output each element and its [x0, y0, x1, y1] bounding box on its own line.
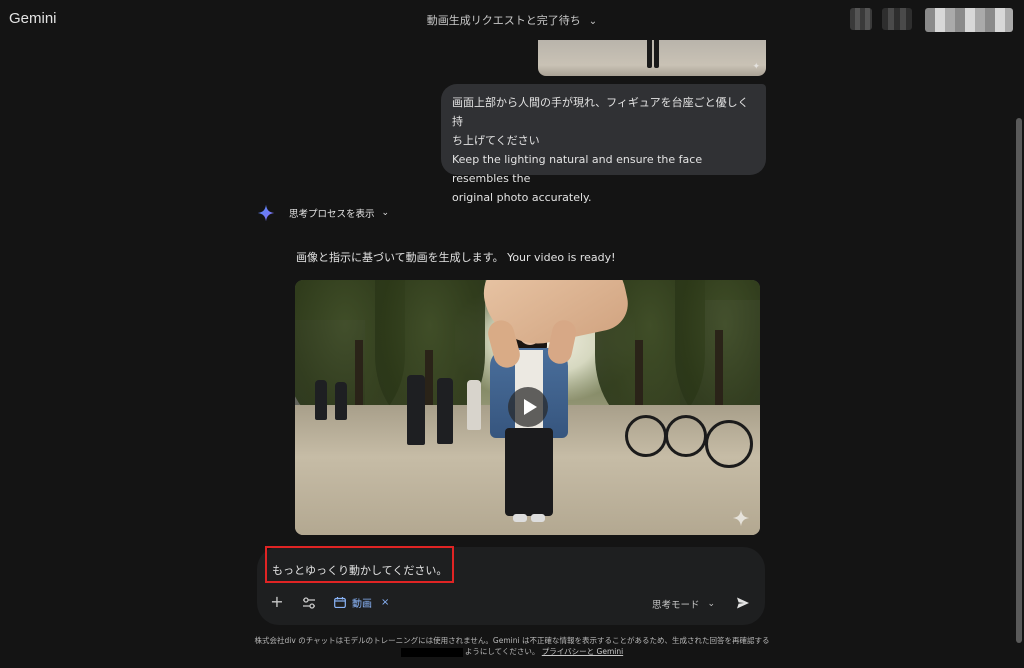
tools-icon[interactable] — [302, 596, 316, 610]
chevron-down-icon[interactable]: ⌄ — [589, 16, 597, 27]
scene-pedestrian — [467, 380, 481, 430]
redacted-icon-2[interactable] — [882, 8, 912, 30]
sparkle-icon: ✦ — [752, 62, 760, 72]
redacted-text — [400, 647, 463, 657]
scene-bicycle-wheel — [625, 415, 667, 457]
scene-bicycle-wheel — [665, 415, 707, 457]
chevron-down-icon[interactable]: ⌄ — [382, 208, 390, 218]
thinking-mode-selector[interactable]: 思考モード ⌄ — [652, 597, 715, 611]
gemini-sparkle-icon — [257, 204, 275, 222]
play-icon[interactable] — [523, 399, 537, 415]
scene-pedestrian — [335, 382, 347, 420]
generated-video-player[interactable] — [295, 280, 760, 535]
subject-pants — [505, 428, 553, 516]
leg-right — [654, 40, 659, 68]
user-message-line: Keep the lighting natural and ensure the… — [452, 153, 703, 185]
user-message-line: original photo accurately. — [452, 191, 592, 204]
scrollbar-thumb[interactable] — [1016, 118, 1022, 643]
privacy-link[interactable]: プライバシーと Gemini — [542, 647, 623, 656]
conversation-title-text[interactable]: 動画生成リクエストと完了待ち — [427, 14, 581, 27]
model-response-text: 画像と指示に基づいて動画を生成します。 Your video is ready! — [296, 251, 616, 264]
top-bar: Gemini 動画生成リクエストと完了待ち ⌄ — [0, 0, 1024, 38]
send-icon[interactable] — [736, 596, 750, 610]
footer-line-1: 株式会社div のチャットはモデルのトレーニングには使用されません。Gemini… — [254, 636, 770, 645]
subject-shoe — [513, 514, 527, 522]
footer-disclaimer: 株式会社div のチャットはモデルのトレーニングには使用されません。Gemini… — [0, 635, 1024, 657]
user-message-line: ち上げてください — [452, 134, 540, 147]
prompt-input[interactable]: もっとゆっくり動かしてください。 — [272, 562, 447, 578]
sparkle-icon — [732, 509, 750, 527]
scene-pedestrian — [437, 378, 453, 444]
previous-image-thumbnail[interactable]: ✦ — [538, 40, 766, 76]
user-message-line: 画面上部から人間の手が現れ、フィギュアを台座ごと優しく持 — [452, 96, 749, 128]
chevron-down-icon[interactable]: ⌄ — [708, 599, 716, 609]
user-message-bubble: 画面上部から人間の手が現れ、フィギュアを台座ごと優しく持 ち上げてください Ke… — [441, 84, 766, 204]
video-icon — [334, 597, 346, 608]
video-mode-chip-label[interactable]: 動画 — [352, 595, 372, 610]
subject-shoe — [531, 514, 545, 522]
show-thinking-label[interactable]: 思考プロセスを表示 — [289, 206, 375, 220]
leg-left — [647, 40, 652, 68]
footer-line-2: ようにしてください。 プライバシーと Gemini — [0, 646, 1024, 657]
redacted-account-area[interactable] — [925, 8, 1013, 32]
play-button[interactable] — [508, 387, 548, 427]
scene-bicycle-wheel — [705, 420, 753, 468]
close-icon[interactable]: × — [381, 597, 389, 608]
show-thinking-toggle[interactable]: 思考プロセスを表示 ⌄ — [289, 206, 389, 220]
thinking-mode-label[interactable]: 思考モード — [652, 597, 700, 611]
add-attachment-button[interactable]: + — [269, 594, 285, 610]
redacted-icon-1[interactable] — [850, 8, 872, 30]
scene-pedestrian — [315, 380, 327, 420]
scene-pedestrian — [407, 375, 425, 445]
figure-legs — [645, 40, 661, 70]
model-response-header: 思考プロセスを表示 ⌄ — [257, 204, 389, 222]
footer-line-2-text: ようにしてください。 — [464, 647, 540, 656]
video-mode-chip[interactable]: 動画 × — [334, 595, 389, 610]
